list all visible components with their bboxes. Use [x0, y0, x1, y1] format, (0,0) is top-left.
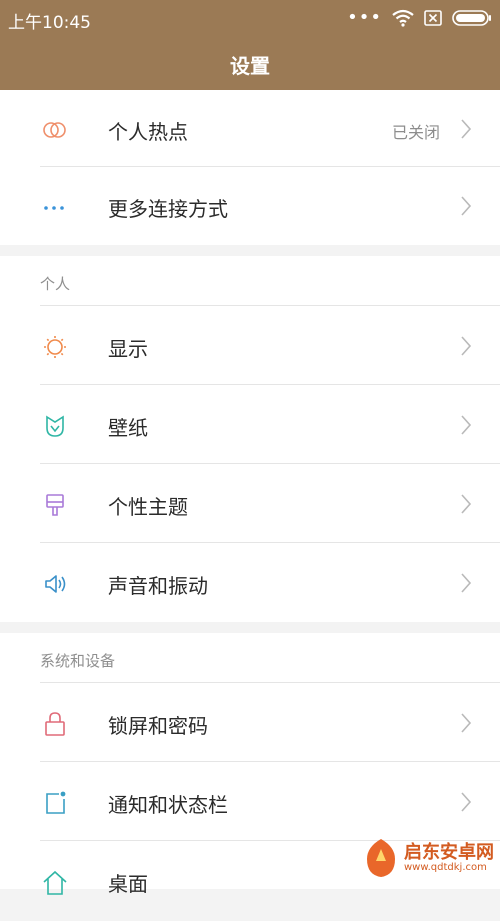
connections-section: 个人热点 已关闭 更多连接方式 — [0, 90, 500, 245]
hotspot-status: 已关闭 — [391, 123, 440, 142]
more-dots-icon — [44, 206, 64, 210]
lock-icon — [45, 712, 65, 736]
sun-icon — [44, 336, 66, 358]
lockscreen-row[interactable]: 锁屏和密码 — [0, 684, 500, 763]
chevron-right-icon — [461, 415, 472, 435]
hotspot-label: 个人热点 — [108, 120, 188, 144]
personal-section: 个人 显示 壁纸 个性主题 声音和振动 — [0, 256, 500, 622]
hotspot-rings-icon — [43, 122, 66, 138]
wifi-icon — [392, 9, 414, 27]
more-connections-label: 更多连接方式 — [108, 197, 228, 221]
chevron-right-icon — [461, 494, 472, 514]
tulip-icon — [46, 415, 64, 437]
app-header: 上午10:45 ••• 设置 — [0, 0, 500, 90]
chevron-right-icon — [461, 336, 472, 356]
divider — [40, 682, 500, 683]
home-icon — [43, 870, 67, 895]
divider — [40, 761, 500, 762]
sound-label: 声音和振动 — [108, 574, 208, 598]
chevron-right-icon — [461, 196, 472, 216]
brush-icon — [46, 494, 64, 516]
chevron-right-icon — [461, 573, 472, 593]
speaker-icon — [45, 575, 66, 593]
more-dots-status-icon: ••• — [347, 7, 382, 28]
divider — [40, 463, 500, 464]
hotspot-row[interactable]: 个人热点 已关闭 — [0, 90, 500, 169]
page-title: 设置 — [230, 54, 270, 78]
display-label: 显示 — [108, 337, 148, 361]
lockscreen-label: 锁屏和密码 — [108, 714, 208, 738]
watermark-url: www.qdtdkj.com — [404, 862, 487, 874]
watermark-text: 启东安卓网 www.qdtdkj.com — [404, 841, 494, 874]
sim-card-icon — [424, 10, 442, 26]
wallpaper-row[interactable]: 壁纸 — [0, 386, 500, 465]
chevron-right-icon — [461, 119, 472, 139]
themes-row[interactable]: 个性主题 — [0, 465, 500, 544]
notification-icon — [46, 791, 66, 814]
section-header-system: 系统和设备 — [40, 652, 116, 670]
more-connections-row[interactable]: 更多连接方式 — [0, 167, 500, 246]
display-row[interactable]: 显示 — [0, 307, 500, 386]
status-time: 上午10:45 — [8, 13, 91, 33]
chevron-right-icon — [461, 792, 472, 812]
status-icons: ••• — [347, 7, 492, 29]
watermark-title: 启东安卓网 — [404, 841, 494, 863]
section-header-personal: 个人 — [40, 275, 71, 293]
desktop-label: 桌面 — [108, 872, 148, 896]
divider — [40, 305, 500, 306]
watermark-logo-icon — [367, 839, 395, 877]
sound-row[interactable]: 声音和振动 — [0, 544, 500, 623]
watermark-logo: 启东安卓网 www.qdtdkj.com — [364, 831, 494, 885]
wallpaper-label: 壁纸 — [108, 416, 148, 440]
divider — [40, 542, 500, 543]
battery-icon — [452, 10, 491, 26]
themes-label: 个性主题 — [108, 495, 188, 519]
notifications-label: 通知和状态栏 — [108, 793, 228, 817]
chevron-right-icon — [461, 713, 472, 733]
divider — [40, 384, 500, 385]
